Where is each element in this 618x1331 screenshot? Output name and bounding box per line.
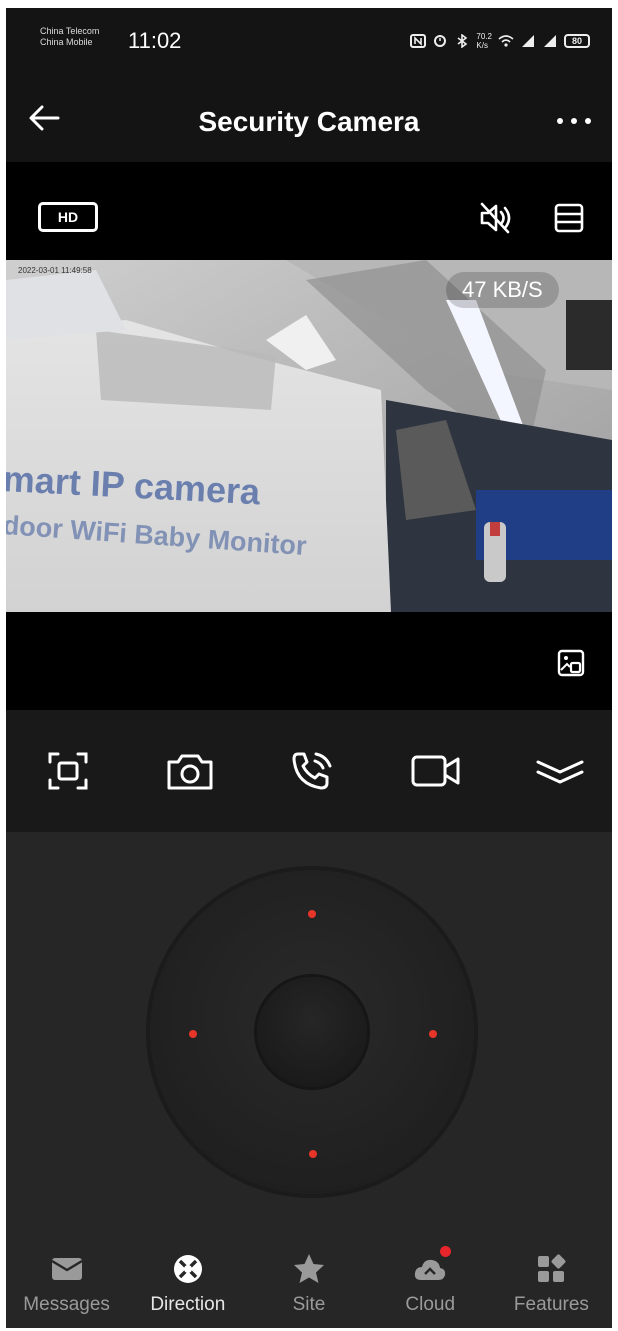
alarm-icon: [434, 35, 447, 47]
bitrate-badge: 47 KB/S: [446, 272, 559, 308]
cloud-notification-badge: [440, 1246, 452, 1257]
carrier-2: China Mobile: [40, 37, 93, 47]
nav-site[interactable]: Site: [248, 1234, 369, 1328]
battery-icon: 80: [564, 34, 590, 48]
video-frame: [6, 260, 612, 612]
status-icons: 70.2 K/s 80: [410, 32, 590, 50]
net-speed: 70.2 K/s: [476, 32, 492, 50]
video-bottom-bar: [6, 612, 612, 710]
nav-features-label: Features: [513, 1294, 589, 1315]
ptz-control-area: [6, 832, 612, 1234]
nav-cloud-label: Cloud: [405, 1294, 456, 1315]
phone-call-icon[interactable]: [286, 748, 338, 794]
video-toolbar: HD: [6, 162, 612, 260]
bottom-navigation: Messages Direction Site Cloud Features: [6, 1234, 612, 1328]
hd-quality-button[interactable]: HD: [38, 202, 98, 232]
app-header: Security Camera: [6, 76, 612, 162]
star-icon: [294, 1254, 324, 1283]
direction-pad[interactable]: [144, 864, 480, 1200]
frame-capture-icon[interactable]: [42, 748, 94, 794]
ptz-left-dot: [189, 1030, 197, 1038]
grid-icon: [538, 1254, 566, 1282]
status-bar: China Telecom China Mobile 11:02 70.2 K/…: [6, 8, 612, 76]
net-speed-value: 70.2: [476, 32, 492, 41]
picture-in-picture-icon[interactable]: [556, 648, 586, 678]
chevron-double-down-icon[interactable]: [534, 748, 586, 794]
status-time: 11:02: [128, 28, 182, 53]
net-speed-unit: K/s: [476, 41, 488, 50]
video-camera-icon[interactable]: [410, 748, 462, 794]
page-title: Security Camera: [198, 106, 420, 137]
nav-messages[interactable]: Messages: [6, 1234, 127, 1328]
action-bar: [6, 710, 612, 832]
signal-icon-2: [544, 35, 556, 47]
ptz-down-dot: [309, 1150, 317, 1158]
ptz-up-dot: [308, 910, 316, 918]
layout-list-icon[interactable]: [552, 200, 586, 236]
carrier-1: China Telecom: [40, 26, 100, 36]
camera-icon[interactable]: [164, 748, 216, 794]
signal-icon-1: [522, 35, 534, 47]
more-dots-icon[interactable]: [552, 106, 596, 136]
nav-cloud[interactable]: Cloud: [370, 1234, 491, 1328]
speaker-muted-icon[interactable]: [476, 200, 516, 236]
nav-direction[interactable]: Direction: [127, 1234, 248, 1328]
nav-site-label: Site: [292, 1294, 326, 1315]
nfc-icon: [410, 34, 427, 48]
camera-video-feed[interactable]: 2022-03-01 11:49:58 47 KB/S mart IP came…: [6, 260, 612, 612]
envelope-icon: [50, 1258, 83, 1280]
ptz-right-dot: [429, 1030, 437, 1038]
cloud-icon: [415, 1259, 446, 1280]
phone-screen: China Telecom China Mobile 11:02 70.2 K/…: [6, 8, 612, 1328]
carrier-names: China Telecom China Mobile: [40, 26, 99, 48]
nav-features[interactable]: Features: [491, 1234, 612, 1328]
nav-messages-label: Messages: [23, 1294, 110, 1315]
direction-pad-icon: [173, 1255, 202, 1283]
nav-direction-label: Direction: [150, 1294, 226, 1315]
wifi-icon: [498, 35, 514, 47]
bluetooth-icon: [457, 34, 468, 48]
video-timestamp: 2022-03-01 11:49:58: [18, 266, 92, 275]
